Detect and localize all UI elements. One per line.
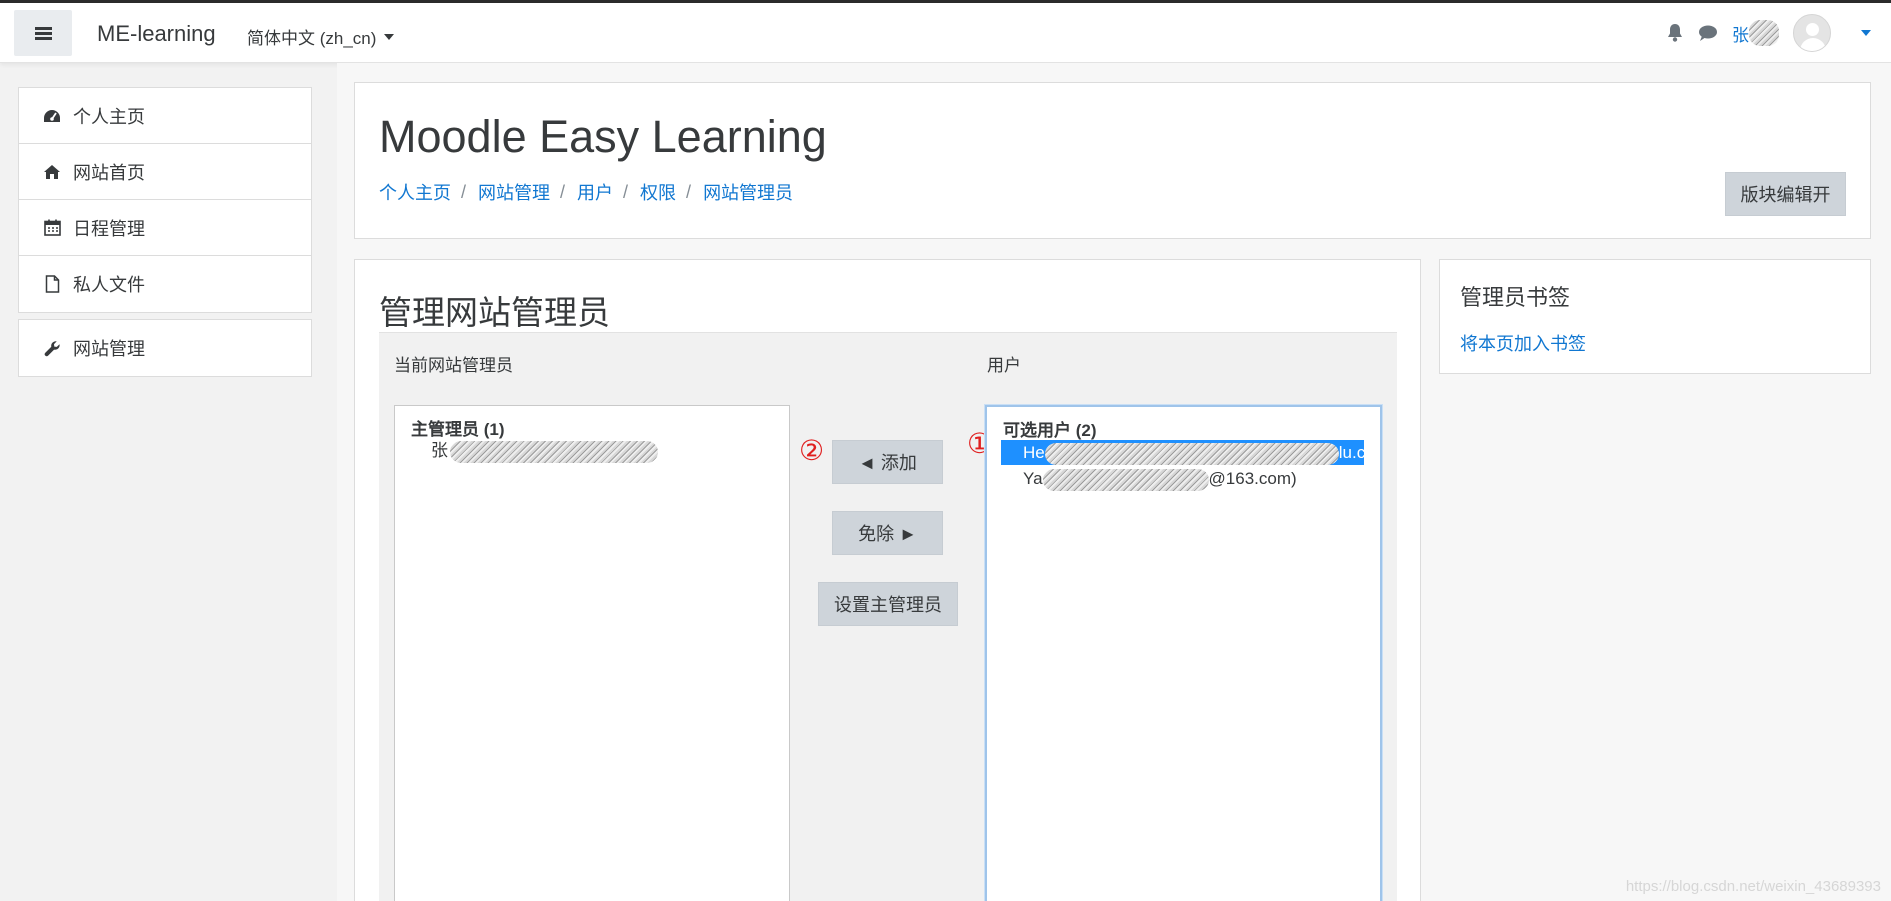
breadcrumb-item-site-administrators[interactable]: 网站管理员	[703, 179, 793, 205]
redacted-text	[1044, 442, 1339, 465]
nav-item-label: 个人主页	[73, 106, 145, 127]
nav-item-private-files[interactable]: 私人文件	[19, 256, 311, 312]
breadcrumb-item-users[interactable]: 用户	[577, 179, 613, 205]
blocks-editing-on-button[interactable]: 版块编辑开	[1725, 172, 1846, 216]
drawer-toggle-button[interactable]	[14, 10, 72, 56]
top-navbar: ME-learning 简体中文 (zh_cn) 张	[0, 3, 1891, 63]
block-title: 管理员书签	[1460, 285, 1571, 310]
user-name[interactable]: 张	[1732, 21, 1749, 46]
nav-item-site-home[interactable]: 网站首页	[19, 144, 311, 200]
nav-group-admin: 网站管理	[18, 319, 312, 377]
hamburger-icon	[34, 26, 52, 40]
messages-chat-icon[interactable]	[1698, 24, 1718, 42]
file-icon	[43, 275, 61, 293]
breadcrumb-item-site-admin[interactable]: 网站管理	[478, 179, 550, 205]
page-header: Moodle Easy Learning 个人主页 / 网站管理 / 用户 / …	[354, 82, 1871, 239]
add-button[interactable]: ◄ 添加	[832, 440, 943, 484]
current-admins-select[interactable]: 主管理员 (1) 张	[394, 405, 790, 901]
set-main-admin-button[interactable]: 设置主管理员	[818, 582, 958, 626]
nav-item-dashboard[interactable]: 个人主页	[19, 88, 311, 144]
watermark: https://blog.csdn.net/weixin_43689393	[1625, 878, 1881, 895]
nav-group-main: 个人主页 网站首页 日程管理 私人文件	[18, 87, 312, 313]
breadcrumb: 个人主页 / 网站管理 / 用户 / 权限 / 网站管理员	[379, 179, 793, 205]
nav-item-label: 日程管理	[73, 218, 145, 239]
user-option-selected[interactable]: He lu.c	[1001, 440, 1364, 465]
annotation-marker-2: ②	[799, 435, 825, 466]
wrench-icon	[43, 339, 61, 357]
nav-item-label: 网站管理	[73, 339, 145, 359]
potential-users-select[interactable]: 可选用户 (2) He lu.c Ya @163.com)	[984, 404, 1383, 901]
redacted-user-name	[1749, 20, 1779, 46]
main-content: 管理网站管理员 当前网站管理员 用户 主管理员 (1) 张 ② ◄ 添加 免除 …	[354, 259, 1421, 901]
site-brand[interactable]: ME-learning	[97, 21, 216, 47]
user-option[interactable]: Ya @163.com)	[1023, 466, 1297, 491]
breadcrumb-item-permissions[interactable]: 权限	[640, 179, 676, 205]
page-heading: 管理网站管理员	[379, 294, 610, 331]
left-navigation-drawer: 个人主页 网站首页 日程管理 私人文件 网站管理	[18, 87, 312, 383]
language-label: 简体中文 (zh_cn)	[247, 29, 377, 48]
nav-item-label: 网站首页	[73, 162, 145, 183]
nav-item-calendar[interactable]: 日程管理	[19, 200, 311, 256]
home-icon	[43, 163, 61, 181]
nav-item-site-administration[interactable]: 网站管理	[19, 320, 311, 376]
remove-button[interactable]: 免除 ►	[832, 511, 943, 555]
user-avatar[interactable]	[1793, 14, 1831, 52]
current-admin-option[interactable]: 张	[431, 438, 658, 463]
user-menu-caret-icon[interactable]	[1861, 30, 1871, 36]
current-admins-label: 当前网站管理员	[394, 356, 513, 375]
potential-users-optgroup: 可选用户 (2)	[1003, 421, 1097, 440]
dashboard-icon	[43, 107, 61, 125]
redacted-text	[450, 440, 658, 463]
admin-assignment-panel: 当前网站管理员 用户 主管理员 (1) 张 ② ◄ 添加 免除 ► 设置主管理员…	[379, 332, 1397, 901]
language-menu[interactable]: 简体中文 (zh_cn)	[247, 24, 395, 49]
main-admin-optgroup: 主管理员 (1)	[411, 420, 505, 439]
nav-item-label: 私人文件	[73, 275, 145, 295]
redacted-text	[1042, 468, 1209, 491]
user-area: 张	[1666, 14, 1871, 52]
breadcrumb-item-dashboard[interactable]: 个人主页	[379, 179, 451, 205]
calendar-icon	[43, 219, 61, 237]
caret-down-icon	[384, 33, 395, 40]
site-title: Moodle Easy Learning	[379, 111, 827, 162]
admin-bookmarks-block: 管理员书签 将本页加入书签	[1439, 259, 1871, 374]
bookmark-this-page-link[interactable]: 将本页加入书签	[1460, 330, 1586, 356]
notification-bell-icon[interactable]	[1666, 23, 1684, 43]
users-label: 用户	[987, 356, 1021, 375]
